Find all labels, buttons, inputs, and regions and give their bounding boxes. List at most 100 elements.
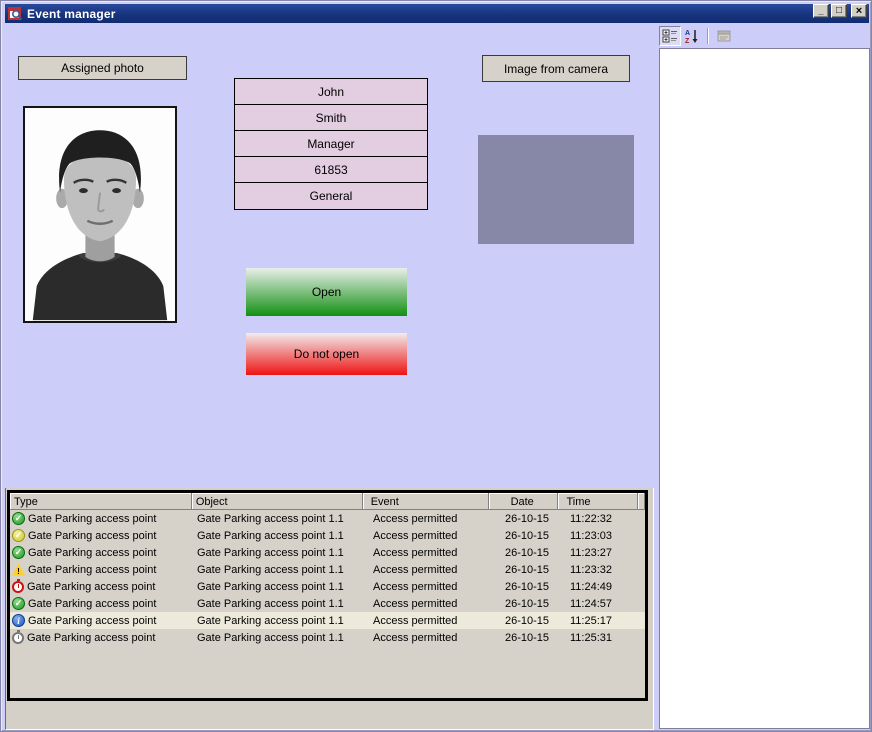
person-info-fields: John Smith Manager 61853 General xyxy=(234,78,428,210)
type-text: Gate Parking access point xyxy=(28,547,156,559)
type-cell: Gate Parking access point xyxy=(10,578,193,595)
event-cell: Access permitted xyxy=(365,527,492,544)
person-field-3: Manager xyxy=(235,131,427,157)
warning-icon: ! xyxy=(12,564,25,576)
type-cell: Gate Parking access point xyxy=(10,629,193,646)
time-cell: 11:25:17 xyxy=(562,612,642,629)
type-text: Gate Parking access point xyxy=(28,564,156,576)
event-cell: Access permitted xyxy=(365,578,492,595)
column-header-event[interactable]: Event xyxy=(363,493,489,510)
table-row[interactable]: ✓Gate Parking access pointGate Parking a… xyxy=(10,544,645,561)
date-cell: 26-10-15 xyxy=(492,544,562,561)
check-green-icon: ✓ xyxy=(12,546,25,559)
date-cell: 26-10-15 xyxy=(492,578,562,595)
time-cell: 11:23:32 xyxy=(562,561,642,578)
table-row[interactable]: Gate Parking access point Gate Parking ac… xyxy=(10,578,645,595)
svg-text:Z: Z xyxy=(685,38,690,44)
type-cell: iGate Parking access point xyxy=(10,612,193,629)
table-row[interactable]: iGate Parking access pointGate Parking a… xyxy=(10,612,645,629)
person-field-1: John xyxy=(235,79,427,105)
object-cell: Gate Parking access point 1.1 xyxy=(193,595,365,612)
toolbar-separator xyxy=(707,28,709,44)
type-cell: ✓Gate Parking access point xyxy=(10,527,193,544)
table-body: ✓Gate Parking access pointGate Parking a… xyxy=(10,510,645,646)
object-cell: Gate Parking access point 1.1 xyxy=(193,612,365,629)
object-cell: Gate Parking access point 1.1 xyxy=(193,510,365,527)
type-text: Gate Parking access point xyxy=(27,632,155,644)
table-row[interactable]: ✓Gate Parking access pointGate Parking a… xyxy=(10,510,645,527)
minimize-icon: _ xyxy=(818,6,823,16)
table-header: TypeObjectEventDateTime xyxy=(10,493,645,510)
clock-red-icon xyxy=(12,581,24,593)
close-button[interactable]: × xyxy=(851,4,867,18)
person-field-4: 61853 xyxy=(235,157,427,183)
event-cell: Access permitted xyxy=(365,612,492,629)
type-cell: ✓Gate Parking access point xyxy=(10,510,193,527)
object-cell: Gate Parking access point 1.1 xyxy=(193,561,365,578)
event-cell: Access permitted xyxy=(365,561,492,578)
info-icon: i xyxy=(12,614,25,627)
property-grid-panel xyxy=(659,48,870,729)
property-pages-button[interactable] xyxy=(713,26,735,46)
table-row[interactable]: ✓Gate Parking access pointGate Parking a… xyxy=(10,527,645,544)
property-pages-icon xyxy=(716,28,732,44)
column-header-time[interactable]: Time xyxy=(558,493,638,510)
assigned-photo xyxy=(23,106,177,323)
camera-image-placeholder xyxy=(478,135,634,244)
table-row[interactable]: Gate Parking access point Gate Parking ac… xyxy=(10,629,645,646)
maximize-icon: □ xyxy=(836,6,842,16)
window-title: Event manager xyxy=(27,7,116,21)
app-icon xyxy=(8,6,23,21)
object-cell: Gate Parking access point 1.1 xyxy=(193,544,365,561)
open-button[interactable]: Open xyxy=(246,268,407,316)
type-cell: ✓Gate Parking access point xyxy=(10,544,193,561)
date-cell: 26-10-15 xyxy=(492,510,562,527)
alphabetical-sort-button[interactable]: A Z xyxy=(681,26,703,46)
assigned-photo-label: Assigned photo xyxy=(61,61,144,75)
date-cell: 26-10-15 xyxy=(492,629,562,646)
open-button-label: Open xyxy=(312,285,341,299)
window-controls: _ □ × xyxy=(813,4,867,18)
maximize-button[interactable]: □ xyxy=(831,4,847,18)
type-text: Gate Parking access point xyxy=(28,513,156,525)
column-header-type[interactable]: Type xyxy=(10,493,192,510)
date-cell: 26-10-15 xyxy=(492,561,562,578)
object-cell: Gate Parking access point 1.1 xyxy=(193,629,365,646)
event-cell: Access permitted xyxy=(365,544,492,561)
type-text: Gate Parking access point xyxy=(28,530,156,542)
assigned-photo-button[interactable]: Assigned photo xyxy=(18,56,187,80)
date-cell: 26-10-15 xyxy=(492,527,562,544)
event-cell: Access permitted xyxy=(365,629,492,646)
event-table: TypeObjectEventDateTime ✓Gate Parking ac… xyxy=(7,490,648,701)
categorized-icon xyxy=(662,28,678,44)
type-text: Gate Parking access point xyxy=(27,581,155,593)
do-not-open-button-label: Do not open xyxy=(294,347,359,361)
minimize-button[interactable]: _ xyxy=(813,4,829,18)
do-not-open-button[interactable]: Do not open xyxy=(246,333,407,375)
categorized-view-button[interactable] xyxy=(659,26,681,46)
portrait-image xyxy=(25,108,175,321)
event-manager-window: Event manager _ □ × Assigned photo Image… xyxy=(0,0,872,732)
image-from-camera-label: Image from camera xyxy=(504,62,608,76)
image-from-camera-button[interactable]: Image from camera xyxy=(482,55,630,82)
clock-gray-icon xyxy=(12,632,24,644)
event-log-panel: TypeObjectEventDateTime ✓Gate Parking ac… xyxy=(5,488,654,730)
date-cell: 26-10-15 xyxy=(492,595,562,612)
object-cell: Gate Parking access point 1.1 xyxy=(193,527,365,544)
time-cell: 11:23:03 xyxy=(562,527,642,544)
person-field-2: Smith xyxy=(235,105,427,131)
titlebar[interactable]: Event manager xyxy=(5,4,869,23)
column-header-date[interactable]: Date xyxy=(489,493,559,510)
property-grid-toolbar: A Z xyxy=(659,26,735,46)
type-cell: !Gate Parking access point xyxy=(10,561,193,578)
table-row[interactable]: !Gate Parking access pointGate Parking a… xyxy=(10,561,645,578)
event-cell: Access permitted xyxy=(365,510,492,527)
column-header-object[interactable]: Object xyxy=(192,493,363,510)
event-cell: Access permitted xyxy=(365,595,492,612)
object-cell: Gate Parking access point 1.1 xyxy=(193,578,365,595)
sort-az-icon: A Z xyxy=(684,28,700,44)
svg-text:A: A xyxy=(685,30,690,37)
table-row[interactable]: ✓Gate Parking access pointGate Parking a… xyxy=(10,595,645,612)
check-green-icon: ✓ xyxy=(12,597,25,610)
date-cell: 26-10-15 xyxy=(492,612,562,629)
